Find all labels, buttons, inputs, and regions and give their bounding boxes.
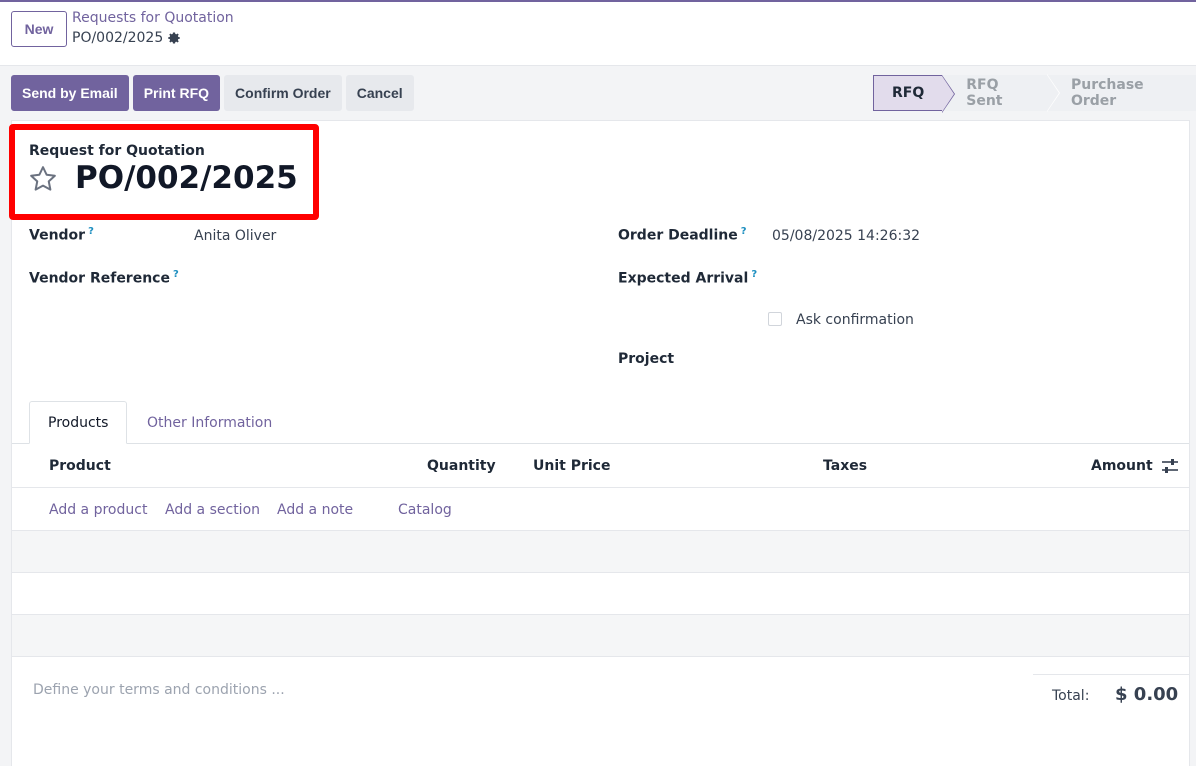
column-header-taxes[interactable]: Taxes (823, 458, 867, 474)
table-row-divider (12, 572, 1189, 573)
help-tooltip-icon[interactable]: ? (88, 226, 94, 237)
column-header-amount[interactable]: Amount (1091, 458, 1153, 474)
status-stage-rfq[interactable]: RFQ (873, 75, 956, 113)
column-header-quantity[interactable]: Quantity (427, 458, 496, 474)
help-tooltip-icon[interactable]: ? (751, 269, 757, 280)
order-deadline-label: Order Deadline? (618, 226, 747, 244)
total-label: Total: (1052, 688, 1090, 704)
table-row (12, 615, 1189, 656)
add-note-link[interactable]: Add a note (277, 502, 353, 518)
action-bar: Send by Email Print RFQ Confirm Order Ca… (11, 75, 414, 111)
breadcrumb-current-label: PO/002/2025 (72, 30, 164, 46)
add-section-link[interactable]: Add a section (165, 502, 260, 518)
vendor-label: Vendor? (29, 226, 94, 244)
new-button[interactable]: New (11, 11, 67, 47)
expected-arrival-label: Expected Arrival? (618, 269, 758, 287)
tab-products[interactable]: Products (29, 401, 128, 444)
status-stage-rfq-sent[interactable]: RFQ Sent (942, 74, 1060, 112)
status-stage-purchase-order[interactable]: Purchase Order (1046, 75, 1196, 111)
vendor-field[interactable]: Anita Oliver (194, 228, 276, 244)
highlight-box (9, 124, 319, 220)
column-header-product[interactable]: Product (49, 458, 111, 474)
status-stage-label: RFQ (892, 85, 925, 101)
status-bar: RFQ RFQ Sent Purchase Order (873, 74, 1196, 113)
catalog-link[interactable]: Catalog (398, 502, 452, 518)
print-rfq-button[interactable]: Print RFQ (132, 75, 221, 111)
control-panel: New Requests for Quotation PO/002/2025 (0, 2, 1196, 66)
help-tooltip-icon[interactable]: ? (173, 269, 179, 280)
breadcrumb-current: PO/002/2025 (72, 30, 181, 46)
help-tooltip-icon[interactable]: ? (741, 226, 747, 237)
status-stage-label: Purchase Order (1070, 77, 1144, 109)
table-header-divider (12, 487, 1189, 488)
table-row-divider (12, 656, 1189, 657)
send-by-email-button[interactable]: Send by Email (11, 75, 129, 111)
terms-conditions-input[interactable]: Define your terms and conditions ... (33, 682, 285, 698)
total-amount: $ 0.00 (1115, 684, 1179, 705)
ask-confirmation-label: Ask confirmation (796, 312, 914, 328)
add-product-link[interactable]: Add a product (49, 502, 147, 518)
total-divider (1033, 674, 1189, 675)
table-row (12, 531, 1189, 572)
tab-other-information[interactable]: Other Information (129, 401, 290, 444)
project-label: Project (618, 351, 675, 367)
status-stage-label: RFQ Sent (966, 77, 1003, 109)
order-deadline-field[interactable]: 05/08/2025 14:26:32 (772, 228, 920, 244)
ask-confirmation-checkbox[interactable] (768, 312, 782, 326)
gear-icon[interactable] (167, 31, 181, 45)
vendor-reference-label: Vendor Reference? (29, 269, 179, 287)
optional-columns-icon[interactable] (1161, 458, 1179, 474)
column-header-unit-price[interactable]: Unit Price (533, 458, 610, 474)
breadcrumb-parent-link[interactable]: Requests for Quotation (72, 10, 234, 26)
cancel-button[interactable]: Cancel (345, 75, 414, 111)
confirm-order-button[interactable]: Confirm Order (224, 75, 342, 111)
